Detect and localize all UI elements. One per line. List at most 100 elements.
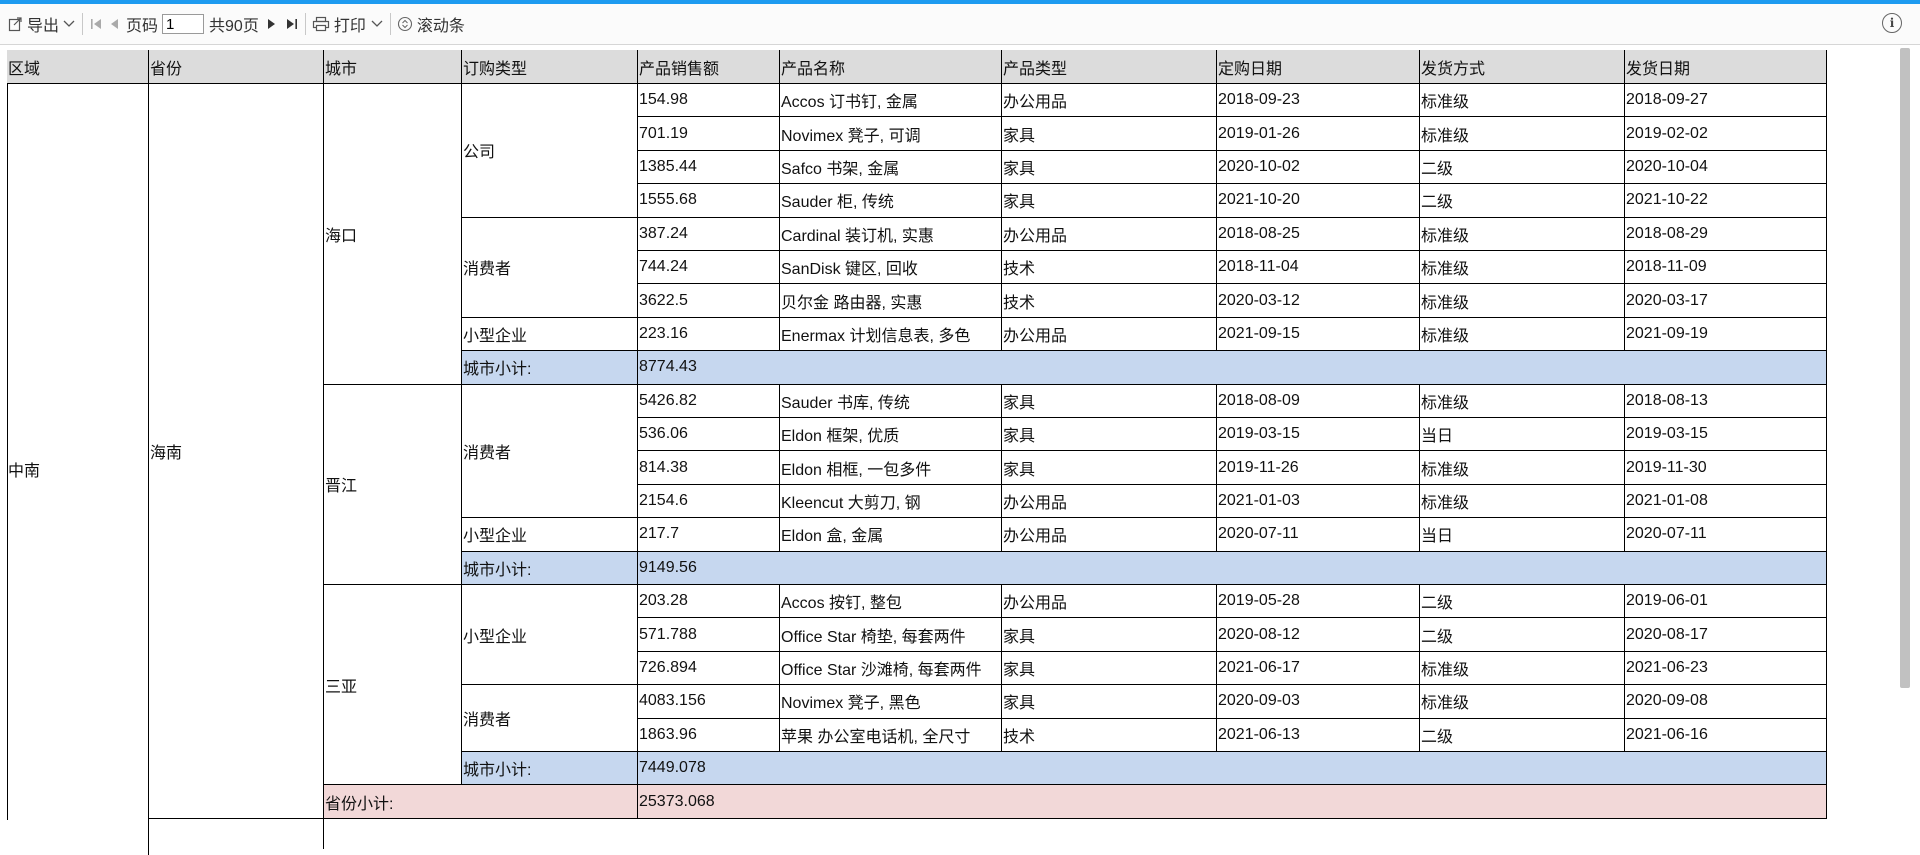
toolbar-divider bbox=[82, 13, 84, 35]
cell-ship-date: 2020-07-11 bbox=[1625, 518, 1827, 552]
cell-product-name: Eldon 框架, 优质 bbox=[780, 418, 1002, 452]
header-province: 省份 bbox=[149, 50, 324, 84]
cell-ship-mode: 标准级 bbox=[1420, 251, 1625, 285]
header-product-name: 产品名称 bbox=[780, 50, 1002, 84]
cell-ship-mode: 二级 bbox=[1420, 585, 1625, 619]
province-cell: 海南 bbox=[149, 84, 324, 819]
cell-order-date: 2018-09-23 bbox=[1217, 84, 1420, 118]
cell-product-name: Accos 按钉, 整包 bbox=[780, 585, 1002, 619]
cell-ship-date: 2019-06-01 bbox=[1625, 585, 1827, 619]
cell-ship-mode: 标准级 bbox=[1420, 484, 1625, 519]
first-page-button[interactable] bbox=[89, 10, 103, 38]
cell-ship-date: 2020-10-04 bbox=[1625, 150, 1827, 185]
cell-product-type: 办公用品 bbox=[1002, 585, 1217, 619]
city-cell: 三亚 bbox=[324, 585, 462, 786]
cell-ship-mode: 二级 bbox=[1420, 150, 1625, 185]
cell-product-name: Accos 订书钉, 金属 bbox=[780, 84, 1002, 118]
cell-sales: 2154.6 bbox=[638, 484, 780, 519]
cell-order-date: 2019-03-15 bbox=[1217, 418, 1420, 452]
first-page-icon bbox=[91, 19, 102, 29]
cell-product-type: 技术 bbox=[1002, 251, 1217, 285]
order-type-cell: 消费者 bbox=[462, 217, 638, 318]
cell-product-name: Kleencut 大剪刀, 钢 bbox=[780, 484, 1002, 519]
cell-product-type: 家具 bbox=[1002, 451, 1217, 485]
cell-ship-mode: 标准级 bbox=[1420, 117, 1625, 151]
cell-product-name: Novimex 凳子, 可调 bbox=[780, 117, 1002, 151]
cell-product-type: 家具 bbox=[1002, 117, 1217, 151]
order-type-cell: 公司 bbox=[462, 84, 638, 218]
vertical-scrollbar-thumb[interactable] bbox=[1900, 48, 1910, 688]
header-order-date: 定购日期 bbox=[1217, 50, 1420, 84]
cell-product-type: 家具 bbox=[1002, 384, 1217, 418]
city-subtotal-label: 城市小计: bbox=[462, 551, 638, 585]
cell-ship-date: 2021-06-16 bbox=[1625, 718, 1827, 752]
province-subtotal-label: 省份小计: bbox=[324, 785, 638, 819]
cell-order-date: 2021-10-20 bbox=[1217, 184, 1420, 218]
header-ship-mode: 发货方式 bbox=[1420, 50, 1625, 84]
cell-ship-date: 2019-02-02 bbox=[1625, 117, 1827, 151]
order-type-cell: 小型企业 bbox=[462, 317, 638, 352]
city-subtotal-value: 9149.56 bbox=[638, 551, 1827, 585]
cell-product-name: Enermax 计划信息表, 多色 bbox=[780, 317, 1002, 352]
cell-ship-date: 2019-11-30 bbox=[1625, 451, 1827, 485]
cell-ship-mode: 标准级 bbox=[1420, 217, 1625, 251]
total-pages-label: 共90页 bbox=[209, 18, 259, 35]
header-city: 城市 bbox=[324, 50, 462, 84]
cell-order-date: 2020-09-03 bbox=[1217, 685, 1420, 719]
cell-ship-date: 2020-08-17 bbox=[1625, 618, 1827, 652]
cell-sales: 223.16 bbox=[638, 317, 780, 352]
prev-page-icon bbox=[111, 19, 119, 29]
cell-product-name: 苹果 办公室电话机, 全尺寸 bbox=[780, 718, 1002, 752]
cell-order-date: 2019-11-26 bbox=[1217, 451, 1420, 485]
cell-product-name: Office Star 沙滩椅, 每套两件 bbox=[780, 651, 1002, 686]
order-type-cell: 小型企业 bbox=[462, 518, 638, 552]
cell-ship-mode: 标准级 bbox=[1420, 84, 1625, 118]
cell-product-name: Office Star 椅垫, 每套两件 bbox=[780, 618, 1002, 652]
city-cell: 晋江 bbox=[324, 384, 462, 585]
cell-order-date: 2018-11-04 bbox=[1217, 251, 1420, 285]
prev-page-button[interactable] bbox=[107, 10, 121, 38]
next-page-button[interactable] bbox=[265, 10, 279, 38]
order-type-cell: 小型企业 bbox=[462, 585, 638, 686]
region-cell: 中南 bbox=[7, 84, 149, 855]
cell-ship-date: 2018-08-13 bbox=[1625, 384, 1827, 418]
cell-ship-mode: 标准级 bbox=[1420, 317, 1625, 352]
cell-sales: 701.19 bbox=[638, 117, 780, 151]
scroll-label: 滚动条 bbox=[416, 18, 465, 35]
header-product-type: 产品类型 bbox=[1002, 50, 1217, 84]
cell-product-type: 家具 bbox=[1002, 618, 1217, 652]
province-subtotal-value: 25373.068 bbox=[638, 785, 1827, 819]
cell-product-name: Cardinal 装订机, 实惠 bbox=[780, 217, 1002, 251]
cell-order-date: 2018-08-09 bbox=[1217, 384, 1420, 418]
report-toolbar: 导出 页码 共90页 打印 bbox=[0, 4, 1920, 45]
cell-ship-mode: 当日 bbox=[1420, 518, 1625, 552]
scrollbar-toggle-button[interactable]: 滚动条 bbox=[397, 10, 465, 38]
cell-ship-date: 2021-01-08 bbox=[1625, 484, 1827, 519]
cell-ship-date: 2021-06-23 bbox=[1625, 651, 1827, 686]
info-icon[interactable]: i bbox=[1882, 13, 1902, 33]
print-button[interactable]: 打印 bbox=[312, 10, 384, 38]
cell-ship-date: 2019-03-15 bbox=[1625, 418, 1827, 452]
cell-product-type: 技术 bbox=[1002, 284, 1217, 318]
order-type-cell: 消费者 bbox=[462, 384, 638, 519]
cell-ship-mode: 标准级 bbox=[1420, 451, 1625, 485]
cell-product-name: Eldon 盒, 金属 bbox=[780, 518, 1002, 552]
cell-sales: 5426.82 bbox=[638, 384, 780, 418]
cell-product-type: 家具 bbox=[1002, 685, 1217, 719]
cell-ship-mode: 标准级 bbox=[1420, 284, 1625, 318]
cell-sales: 1863.96 bbox=[638, 718, 780, 752]
province-cell bbox=[149, 818, 324, 849]
cell-sales: 744.24 bbox=[638, 251, 780, 285]
printer-icon bbox=[312, 16, 329, 32]
export-button[interactable]: 导出 bbox=[8, 10, 76, 38]
cell-ship-date: 2018-09-27 bbox=[1625, 84, 1827, 118]
cell-product-name: Sauder 柜, 传统 bbox=[780, 184, 1002, 218]
export-icon bbox=[8, 17, 22, 32]
cell-sales: 3622.5 bbox=[638, 284, 780, 318]
cell-product-type: 家具 bbox=[1002, 184, 1217, 218]
page-number-input[interactable] bbox=[162, 14, 205, 34]
cell-product-name: Safco 书架, 金属 bbox=[780, 150, 1002, 185]
cell-sales: 726.894 bbox=[638, 651, 780, 686]
city-subtotal-label: 城市小计: bbox=[462, 351, 638, 385]
last-page-button[interactable] bbox=[285, 10, 299, 38]
